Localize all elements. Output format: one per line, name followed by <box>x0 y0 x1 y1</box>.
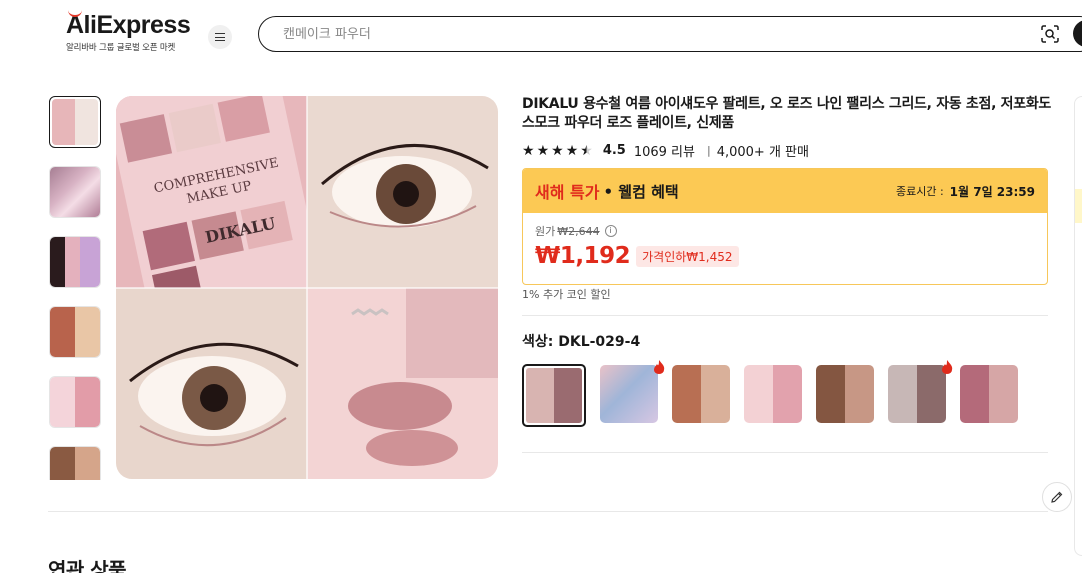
info-icon[interactable]: i <box>604 225 617 237</box>
price-area: 원가 ₩2,644 i ₩1,192 가격인하₩1,452 <box>523 213 1047 279</box>
thumbnail-4[interactable] <box>49 306 101 358</box>
coin-discount-note: 1% 추가 코인 할인 <box>522 288 611 301</box>
star-icon: ★ <box>551 142 564 159</box>
review-count[interactable]: 1069 리뷰 <box>634 141 695 160</box>
color-swatches <box>522 360 1018 427</box>
color-swatch-5[interactable] <box>816 365 874 423</box>
logo-tagline: 알리바바 그룹 글로벌 오픈 마켓 <box>66 43 176 53</box>
promo-price-box: 새해 특가 • 웰컴 혜택 종료시간 : 1월 7일 23:59 원가 ₩2,6… <box>522 168 1048 285</box>
sold-count: 4,000+ 개 판매 <box>716 145 809 160</box>
rating-value: 4.5 <box>602 143 626 158</box>
separator: | <box>706 144 711 157</box>
thumbnail-1[interactable] <box>49 96 101 148</box>
related-products-heading: 연관 상품 <box>48 558 127 573</box>
sale-price: ₩1,192 <box>535 243 631 269</box>
thumbnail-5[interactable] <box>49 376 101 428</box>
half-star-icon: ★ <box>580 142 593 159</box>
thumbnail-6[interactable] <box>49 446 101 480</box>
color-label: 색상: DKL-029-4 <box>522 334 641 350</box>
discount-badge: 가격인하₩1,452 <box>636 245 739 267</box>
thumbnail-list <box>48 96 104 480</box>
edit-button[interactable] <box>1042 482 1072 512</box>
product-photo: COMPREHENSIVE MAKE UP DIKALU <box>116 96 498 479</box>
pencil-icon <box>1051 491 1063 503</box>
star-rating: ★ ★ ★ ★ ★ <box>522 144 593 158</box>
search-bar <box>258 16 1082 52</box>
color-swatch-6[interactable] <box>888 365 946 423</box>
search-button[interactable] <box>1073 20 1082 47</box>
thumbnail-2[interactable] <box>49 166 101 218</box>
color-swatch-1[interactable] <box>522 364 586 427</box>
color-swatch-2[interactable] <box>600 365 658 423</box>
star-icon: ★ <box>536 142 550 159</box>
star-icon: ★ <box>522 142 535 159</box>
main-product-image[interactable]: COMPREHENSIVE MAKE UP DIKALU <box>116 96 498 479</box>
original-price-label: 원가 <box>535 225 556 238</box>
promo-banner: 새해 특가 • 웰컴 혜택 종료시간 : 1월 7일 23:59 <box>523 169 1047 213</box>
product-title: DIKALU 용수철 여름 아이섀도우 팔레트, 오 로즈 나인 팰리스 그리드… <box>522 96 1052 131</box>
color-swatch-7[interactable] <box>960 365 1018 423</box>
aliexpress-logo[interactable]: AliExpress 알리바바 그룹 글로벌 오픈 마켓 <box>66 11 191 54</box>
divider <box>522 315 1048 316</box>
image-search-icon[interactable] <box>1041 25 1059 43</box>
promo-end-label: 종료시간 : <box>895 185 944 198</box>
promo-end-time: 1월 7일 23:59 <box>949 184 1035 199</box>
color-swatch-4[interactable] <box>744 365 802 423</box>
menu-button[interactable] <box>208 25 232 49</box>
hot-flame-icon <box>942 360 953 374</box>
promo-subtitle: • 웰컴 혜택 <box>603 182 679 201</box>
logo-text: AliExpress <box>66 11 191 39</box>
divider <box>522 452 1048 453</box>
original-price: ₩2,644 <box>557 224 600 238</box>
side-panel <box>1074 96 1082 556</box>
hot-flame-icon <box>654 360 665 374</box>
search-input[interactable] <box>283 26 983 42</box>
promo-title: 새해 특가 <box>535 183 600 202</box>
star-icon: ★ <box>565 142 579 159</box>
thumbnail-3[interactable] <box>49 236 101 288</box>
divider <box>48 511 1048 512</box>
color-swatch-3[interactable] <box>672 365 730 423</box>
rating-row[interactable]: ★ ★ ★ ★ ★ 4.5 1069 리뷰 | 4,000+ 개 판매 <box>522 141 809 160</box>
hamburger-icon <box>215 33 225 41</box>
